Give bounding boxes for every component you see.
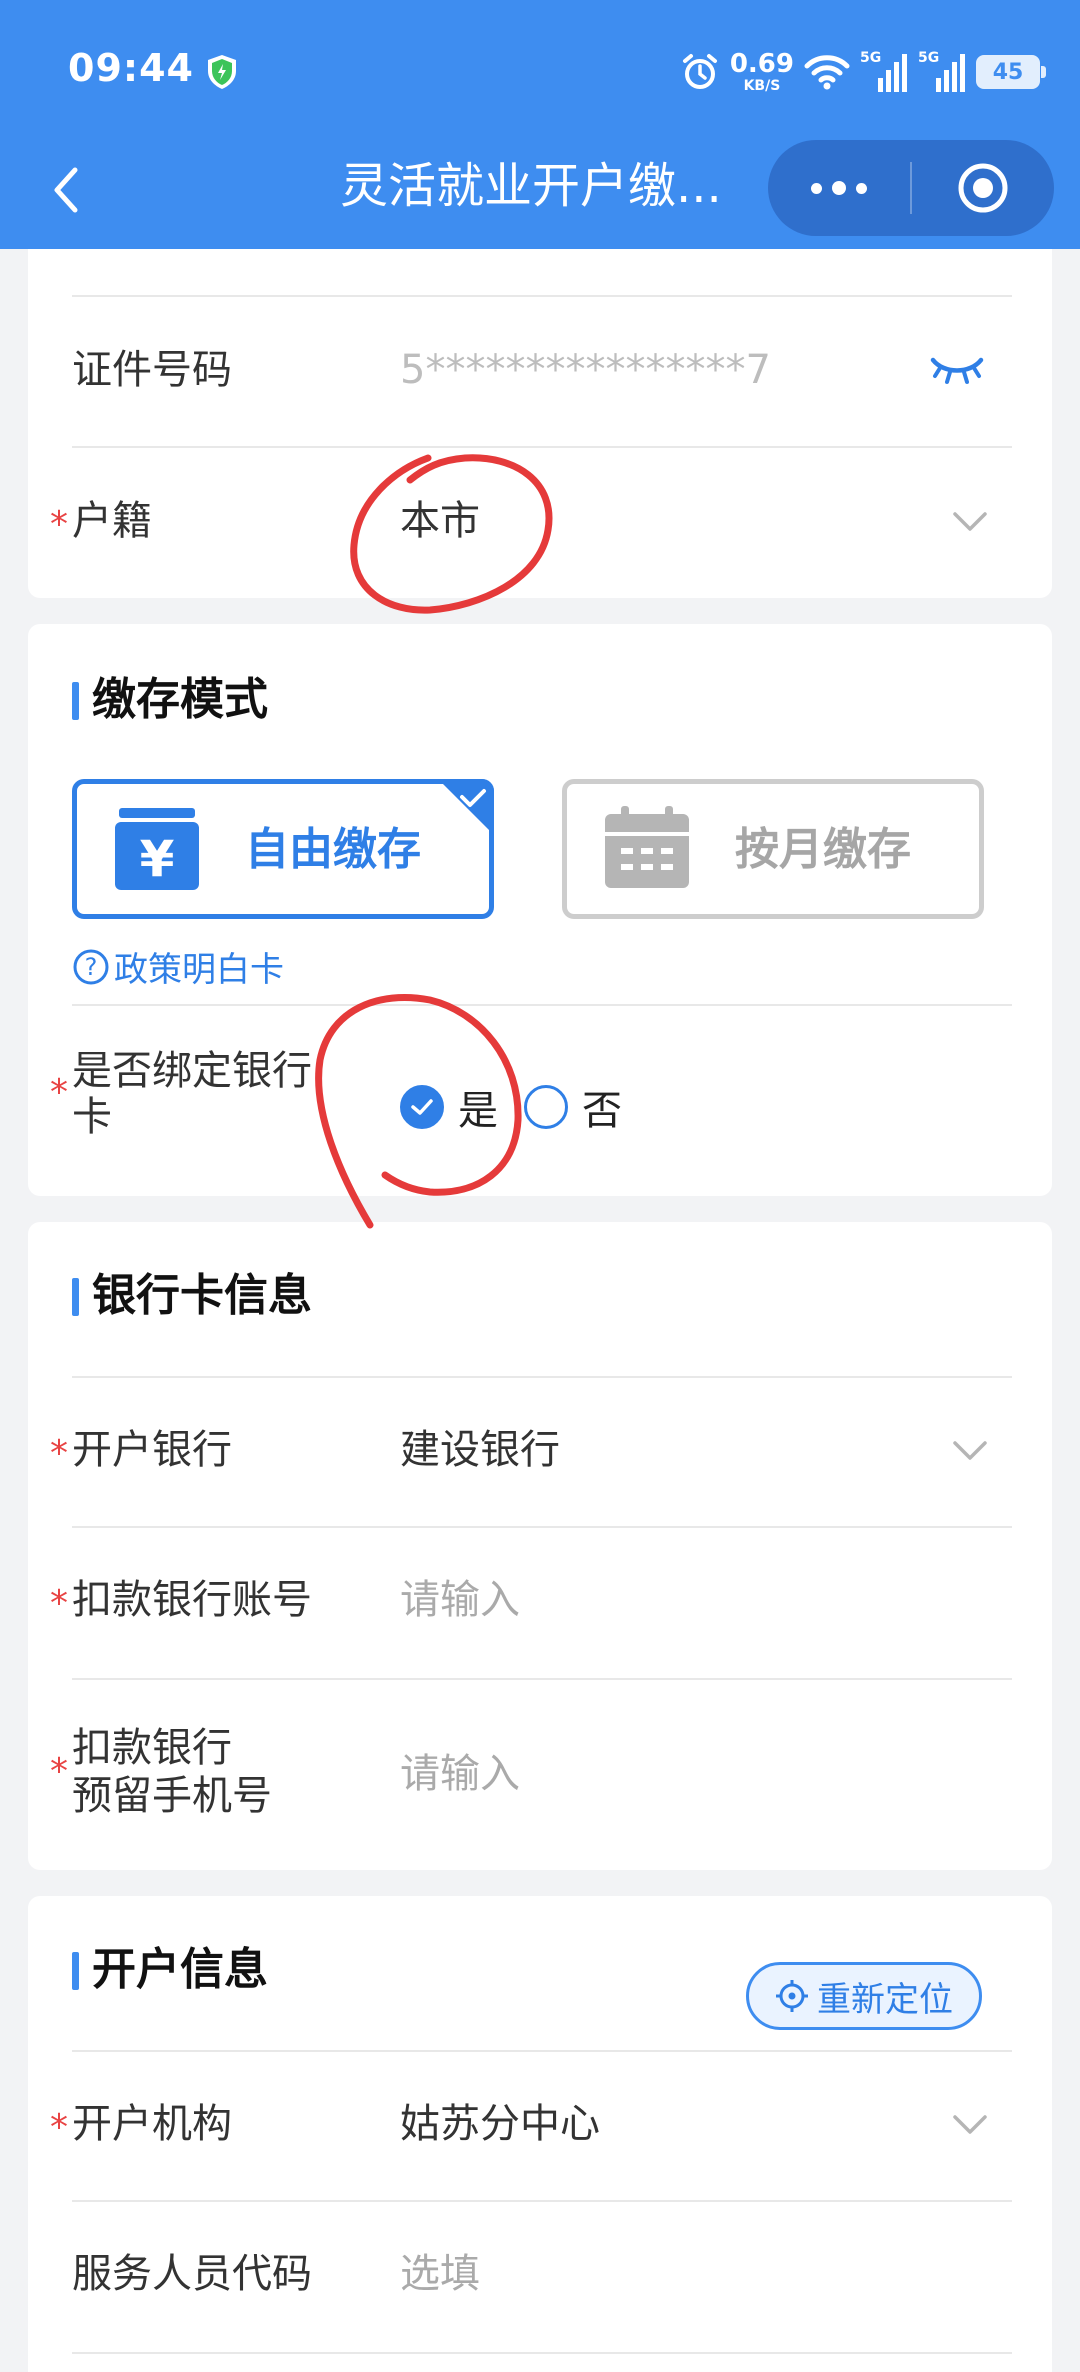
check-icon — [411, 1099, 433, 1115]
divider — [72, 1526, 1012, 1528]
radio-no-label: 否 — [582, 1088, 622, 1134]
more-dots-icon — [811, 182, 822, 194]
eye-closed-icon[interactable] — [930, 354, 984, 386]
divider — [72, 446, 1012, 448]
required-marker: * — [50, 1433, 68, 1474]
battery-icon: 45 — [976, 55, 1046, 89]
section-title-deposit-mode: 缴存模式 — [72, 674, 268, 726]
divider — [72, 1004, 1012, 1006]
required-marker: * — [50, 1751, 68, 1792]
divider — [72, 1678, 1012, 1680]
locate-crosshair-icon — [776, 1980, 808, 2012]
status-bar: 09:44 0.69 KB/S 5G 5G 45 — [0, 0, 1080, 140]
status-icons: 0.69 KB/S 5G 5G 45 — [680, 48, 1046, 96]
account-info-card: 开户信息 重新定位 * 开户机构 姑苏分中心 服务人员代码 选填 — [28, 1896, 1052, 2372]
staff-code-label: 服务人员代码 — [72, 2251, 312, 2297]
signal-bars-icon — [936, 54, 965, 92]
signal-2: 5G — [918, 50, 966, 94]
monthly-deposit-label: 按月缴存 — [735, 824, 911, 875]
selected-check-icon — [438, 779, 494, 835]
divider — [72, 295, 1012, 297]
question-circle-icon: ? — [73, 949, 109, 984]
chevron-down-icon[interactable] — [952, 510, 988, 534]
bank-label: * 开户银行 — [50, 1426, 232, 1474]
household-label: * 户籍 — [50, 497, 152, 545]
nav-bar: 灵活就业开户缴... — [0, 140, 1080, 249]
bind-bank-card-label: * 是否绑定银行 卡 — [50, 1048, 312, 1140]
net-speed: 0.69 KB/S — [729, 49, 794, 94]
reserved-phone-label: * 扣款银行 预留手机号 — [50, 1725, 272, 1819]
org-select[interactable]: 姑苏分中心 — [400, 2100, 600, 2148]
radio-no[interactable] — [524, 1085, 568, 1129]
section-title-account-info: 开户信息 — [72, 1944, 268, 1996]
svg-text:¥: ¥ — [140, 830, 175, 888]
divider — [72, 2200, 1012, 2202]
wifi-icon — [804, 55, 850, 90]
target-icon — [958, 163, 1008, 213]
miniapp-capsule — [768, 140, 1054, 236]
divider — [72, 2050, 1012, 2052]
back-button[interactable] — [36, 160, 96, 220]
bind-bank-card-radio-group: 是 否 — [400, 1078, 622, 1136]
required-marker: * — [50, 1072, 68, 1113]
close-miniapp-button[interactable] — [912, 140, 1054, 236]
alarm-icon — [682, 54, 717, 89]
shield-icon — [208, 55, 236, 89]
signal-bars-icon — [878, 54, 907, 92]
section-title-bank-info: 银行卡信息 — [72, 1270, 312, 1322]
divider — [72, 1376, 1012, 1378]
radio-yes-label: 是 — [458, 1088, 498, 1134]
household-select[interactable]: 本市 — [400, 497, 480, 545]
page-title: 灵活就业开户缴... — [340, 158, 722, 214]
required-marker: * — [50, 504, 68, 545]
account-number-label: * 扣款银行账号 — [50, 1576, 312, 1624]
deposit-mode-card: 缴存模式 ¥ 自由缴存 按月缴存 ? 政策明白卡 * 是否绑定银行 卡 是 否 — [28, 624, 1052, 1196]
status-time: 09:44 — [68, 46, 194, 90]
free-deposit-option[interactable]: ¥ 自由缴存 — [72, 779, 494, 919]
bank-select[interactable]: 建设银行 — [400, 1426, 560, 1474]
divider — [72, 2352, 1012, 2354]
bank-info-card: 银行卡信息 * 开户银行 建设银行 * 扣款银行账号 请输入 * 扣款银行 预留… — [28, 1222, 1052, 1870]
identity-card: 证件号码 5****************7 * 户籍 本市 — [28, 210, 1052, 598]
app-header: 09:44 0.69 KB/S 5G 5G 45 灵活就业开户缴... — [0, 0, 1080, 249]
yuan-wallet-icon: ¥ — [115, 808, 199, 890]
reserved-phone-input[interactable]: 请输入 — [400, 1750, 520, 1798]
svg-text:?: ? — [85, 953, 98, 981]
more-button[interactable] — [768, 140, 910, 236]
signal-1: 5G — [860, 50, 908, 94]
id-number-label: 证件号码 — [72, 347, 232, 393]
org-label: * 开户机构 — [50, 2100, 232, 2148]
monthly-deposit-option[interactable]: 按月缴存 — [562, 779, 984, 919]
required-marker: * — [50, 1583, 68, 1624]
chevron-down-icon[interactable] — [952, 1439, 988, 1463]
relocate-button[interactable]: 重新定位 — [746, 1962, 982, 2030]
chevron-down-icon[interactable] — [952, 2113, 988, 2137]
id-number-value: 5****************7 — [400, 347, 771, 393]
radio-yes[interactable] — [400, 1085, 444, 1129]
chevron-left-icon — [54, 167, 78, 213]
required-marker: * — [50, 2107, 68, 2148]
staff-code-input[interactable]: 选填 — [400, 2250, 480, 2298]
account-number-input[interactable]: 请输入 — [400, 1576, 520, 1624]
calendar-icon — [605, 806, 689, 888]
policy-card-link[interactable]: ? 政策明白卡 — [72, 942, 284, 991]
free-deposit-label: 自由缴存 — [245, 824, 421, 875]
